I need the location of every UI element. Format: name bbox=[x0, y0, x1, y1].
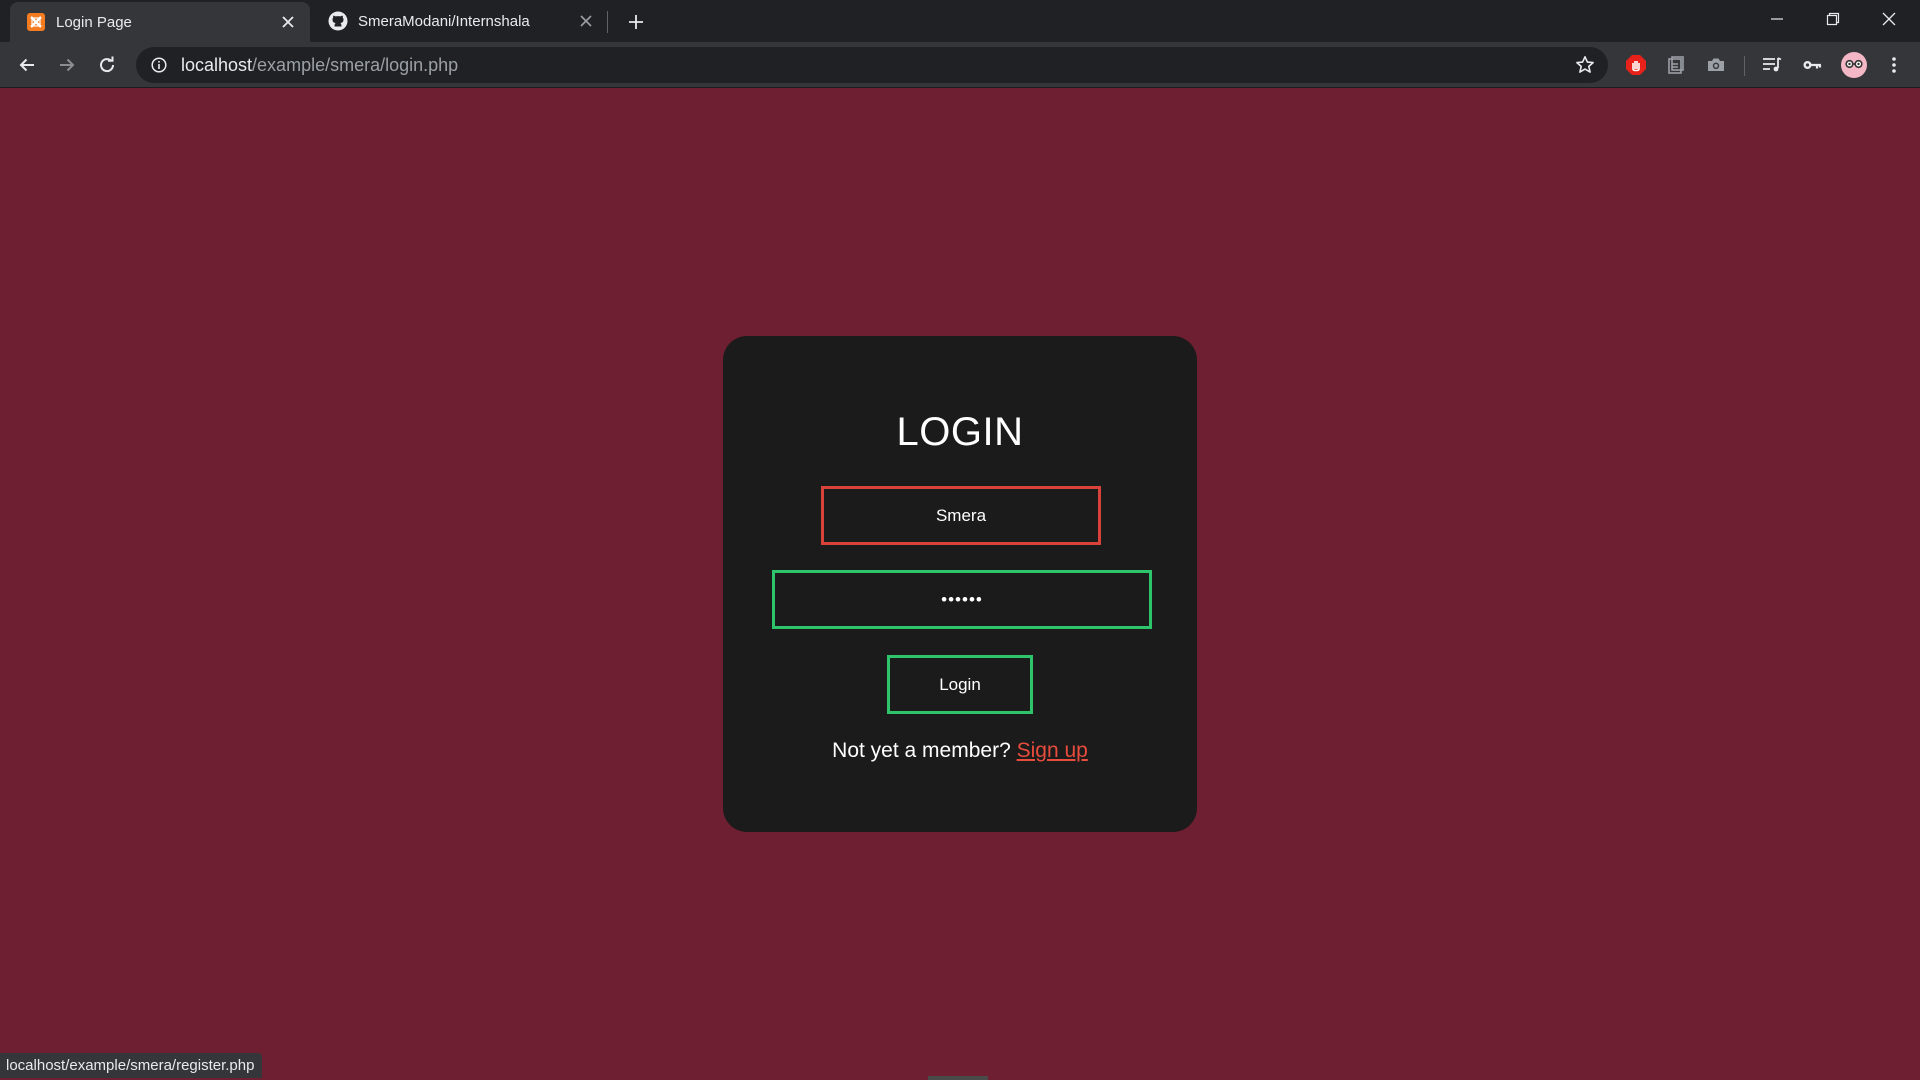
member-prompt-text: Not yet a member? bbox=[832, 739, 1011, 762]
info-icon[interactable] bbox=[149, 55, 169, 75]
tab-strip: Login Page SmeraModani/Internshala bbox=[0, 0, 1920, 42]
restore-icon bbox=[1826, 12, 1840, 26]
reload-button[interactable] bbox=[91, 49, 123, 81]
minimize-button[interactable] bbox=[1749, 0, 1805, 38]
password-input[interactable] bbox=[772, 570, 1152, 629]
status-url-bubble: localhost/example/smera/register.php bbox=[0, 1053, 263, 1078]
adblock-icon[interactable] bbox=[1624, 53, 1648, 77]
github-icon bbox=[328, 11, 348, 31]
close-window-button[interactable] bbox=[1861, 0, 1917, 38]
signup-link[interactable]: Sign up bbox=[1017, 739, 1088, 762]
menu-kebab-icon[interactable] bbox=[1882, 53, 1906, 77]
tab-login-page[interactable]: Login Page bbox=[10, 2, 310, 42]
clipboard-icon[interactable] bbox=[1664, 53, 1688, 77]
signup-prompt: Not yet a member? Sign up bbox=[723, 739, 1197, 763]
tab-github[interactable]: SmeraModani/Internshala bbox=[312, 0, 608, 42]
profile-avatar[interactable] bbox=[1840, 51, 1868, 79]
bookmark-star-icon[interactable] bbox=[1574, 54, 1596, 76]
url-path: /example/smera/login.php bbox=[252, 54, 459, 75]
page-title: LOGIN bbox=[896, 410, 1024, 454]
address-bar[interactable]: localhost/example/smera/login.php bbox=[136, 47, 1608, 83]
back-button[interactable] bbox=[11, 49, 43, 81]
forward-button[interactable] bbox=[51, 49, 83, 81]
browser-toolbar: localhost/example/smera/login.php bbox=[0, 42, 1920, 88]
new-tab-button[interactable] bbox=[622, 8, 650, 36]
plus-icon bbox=[629, 15, 643, 29]
key-icon[interactable] bbox=[1800, 53, 1824, 77]
url-text: localhost/example/smera/login.php bbox=[181, 55, 458, 76]
media-queue-icon[interactable] bbox=[1760, 53, 1784, 77]
close-icon bbox=[1882, 12, 1896, 26]
reload-icon bbox=[100, 56, 115, 73]
login-button[interactable]: Login bbox=[887, 655, 1033, 714]
toolbar-divider bbox=[1744, 56, 1745, 76]
tab-title: SmeraModani/Internshala bbox=[358, 12, 530, 30]
camera-icon[interactable] bbox=[1704, 53, 1728, 77]
login-card: LOGIN Login Not yet a member? Sign up bbox=[723, 336, 1197, 832]
page-content: LOGIN Login Not yet a member? Sign up bbox=[0, 89, 1920, 1080]
tab-title: Login Page bbox=[56, 13, 132, 31]
scrollbar-thumb[interactable] bbox=[928, 1076, 988, 1080]
arrow-right-icon bbox=[60, 58, 75, 72]
close-icon[interactable] bbox=[278, 12, 298, 32]
tab-divider bbox=[607, 11, 608, 33]
arrow-left-icon bbox=[19, 58, 34, 72]
close-icon[interactable] bbox=[576, 11, 596, 31]
minimize-icon bbox=[1771, 18, 1783, 20]
username-input[interactable] bbox=[821, 486, 1101, 545]
url-host: localhost bbox=[181, 54, 253, 75]
restore-button[interactable] bbox=[1805, 0, 1861, 38]
xampp-icon bbox=[26, 12, 46, 32]
